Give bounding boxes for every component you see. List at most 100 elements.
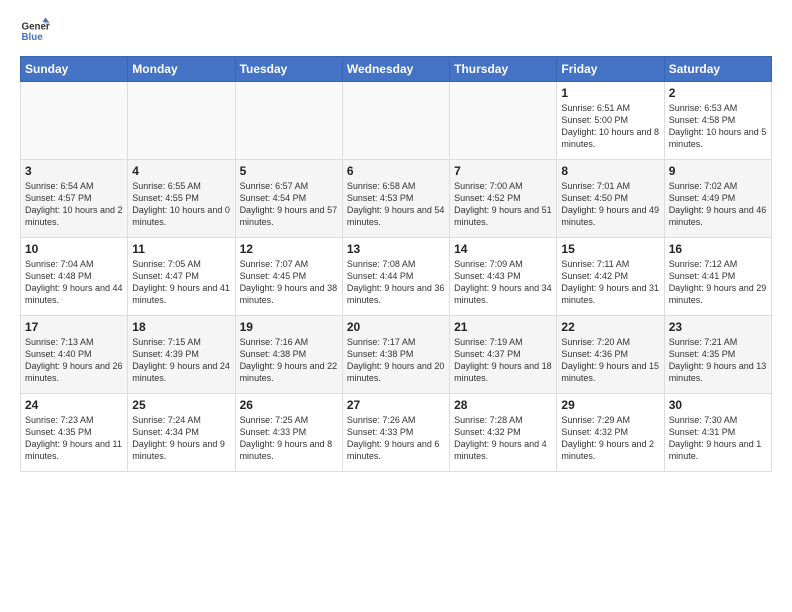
day-number: 5: [240, 164, 338, 178]
day-number: 3: [25, 164, 123, 178]
header-cell-saturday: Saturday: [664, 57, 771, 82]
day-number: 7: [454, 164, 552, 178]
day-cell: 22 Sunrise: 7:20 AM Sunset: 4:36 PM Dayli…: [557, 316, 664, 394]
day-number: 27: [347, 398, 445, 412]
day-number: 24: [25, 398, 123, 412]
day-cell: [450, 82, 557, 160]
day-cell: 10 Sunrise: 7:04 AM Sunset: 4:48 PM Dayli…: [21, 238, 128, 316]
day-cell: [235, 82, 342, 160]
day-number: 22: [561, 320, 659, 334]
day-number: 17: [25, 320, 123, 334]
page-container: General Blue SundayMondayTuesdayWednesda…: [0, 0, 792, 482]
day-info: Sunrise: 7:26 AM Sunset: 4:33 PM Dayligh…: [347, 414, 445, 463]
day-number: 2: [669, 86, 767, 100]
calendar-header: SundayMondayTuesdayWednesdayThursdayFrid…: [21, 57, 772, 82]
day-info: Sunrise: 7:15 AM Sunset: 4:39 PM Dayligh…: [132, 336, 230, 385]
logo-icon: General Blue: [20, 16, 50, 46]
day-info: Sunrise: 7:30 AM Sunset: 4:31 PM Dayligh…: [669, 414, 767, 463]
day-cell: 5 Sunrise: 6:57 AM Sunset: 4:54 PM Daylig…: [235, 160, 342, 238]
day-cell: 17 Sunrise: 7:13 AM Sunset: 4:40 PM Dayli…: [21, 316, 128, 394]
day-cell: 27 Sunrise: 7:26 AM Sunset: 4:33 PM Dayli…: [342, 394, 449, 472]
logo: General Blue: [20, 16, 56, 46]
day-cell: 1 Sunrise: 6:51 AM Sunset: 5:00 PM Daylig…: [557, 82, 664, 160]
day-cell: 12Sunrise: 7:07 AM Sunset: 4:45 PM Dayli…: [235, 238, 342, 316]
day-info: Sunrise: 7:04 AM Sunset: 4:48 PM Dayligh…: [25, 258, 123, 307]
day-info: Sunrise: 7:12 AM Sunset: 4:41 PM Dayligh…: [669, 258, 767, 307]
calendar-table: SundayMondayTuesdayWednesdayThursdayFrid…: [20, 56, 772, 472]
day-info: Sunrise: 7:08 AM Sunset: 4:44 PM Dayligh…: [347, 258, 445, 307]
day-info: Sunrise: 6:57 AM Sunset: 4:54 PM Dayligh…: [240, 180, 338, 229]
day-info: Sunrise: 7:11 AM Sunset: 4:42 PM Dayligh…: [561, 258, 659, 307]
day-info: Sunrise: 7:28 AM Sunset: 4:32 PM Dayligh…: [454, 414, 552, 463]
week-row-1: 1 Sunrise: 6:51 AM Sunset: 5:00 PM Daylig…: [21, 82, 772, 160]
day-cell: 18 Sunrise: 7:15 AM Sunset: 4:39 PM Dayli…: [128, 316, 235, 394]
day-cell: 9Sunrise: 7:02 AM Sunset: 4:49 PM Daylig…: [664, 160, 771, 238]
day-number: 23: [669, 320, 767, 334]
header-cell-sunday: Sunday: [21, 57, 128, 82]
day-number: 20: [347, 320, 445, 334]
header-cell-friday: Friday: [557, 57, 664, 82]
day-number: 10: [25, 242, 123, 256]
day-cell: 6Sunrise: 6:58 AM Sunset: 4:53 PM Daylig…: [342, 160, 449, 238]
day-cell: 19 Sunrise: 7:16 AM Sunset: 4:38 PM Dayli…: [235, 316, 342, 394]
day-cell: [21, 82, 128, 160]
day-number: 13: [347, 242, 445, 256]
day-number: 21: [454, 320, 552, 334]
day-number: 9: [669, 164, 767, 178]
day-cell: 24Sunrise: 7:23 AM Sunset: 4:35 PM Dayli…: [21, 394, 128, 472]
day-cell: 23 Sunrise: 7:21 AM Sunset: 4:35 PM Dayli…: [664, 316, 771, 394]
day-info: Sunrise: 7:20 AM Sunset: 4:36 PM Dayligh…: [561, 336, 659, 385]
day-cell: 20 Sunrise: 7:17 AM Sunset: 4:38 PM Dayli…: [342, 316, 449, 394]
day-info: Sunrise: 7:21 AM Sunset: 4:35 PM Dayligh…: [669, 336, 767, 385]
day-cell: [128, 82, 235, 160]
day-cell: 29Sunrise: 7:29 AM Sunset: 4:32 PM Dayli…: [557, 394, 664, 472]
header-cell-wednesday: Wednesday: [342, 57, 449, 82]
day-cell: 25 Sunrise: 7:24 AM Sunset: 4:34 PM Dayli…: [128, 394, 235, 472]
day-number: 25: [132, 398, 230, 412]
header-cell-tuesday: Tuesday: [235, 57, 342, 82]
header: General Blue: [20, 16, 772, 46]
day-cell: 3 Sunrise: 6:54 AM Sunset: 4:57 PM Daylig…: [21, 160, 128, 238]
day-info: Sunrise: 7:17 AM Sunset: 4:38 PM Dayligh…: [347, 336, 445, 385]
day-cell: 13 Sunrise: 7:08 AM Sunset: 4:44 PM Dayli…: [342, 238, 449, 316]
week-row-3: 10 Sunrise: 7:04 AM Sunset: 4:48 PM Dayli…: [21, 238, 772, 316]
day-number: 16: [669, 242, 767, 256]
day-cell: 7Sunrise: 7:00 AM Sunset: 4:52 PM Daylig…: [450, 160, 557, 238]
week-row-4: 17 Sunrise: 7:13 AM Sunset: 4:40 PM Dayli…: [21, 316, 772, 394]
week-row-5: 24Sunrise: 7:23 AM Sunset: 4:35 PM Dayli…: [21, 394, 772, 472]
day-number: 29: [561, 398, 659, 412]
day-number: 1: [561, 86, 659, 100]
day-cell: 15 Sunrise: 7:11 AM Sunset: 4:42 PM Dayli…: [557, 238, 664, 316]
day-number: 26: [240, 398, 338, 412]
day-cell: [342, 82, 449, 160]
day-info: Sunrise: 7:01 AM Sunset: 4:50 PM Dayligh…: [561, 180, 659, 229]
day-info: Sunrise: 7:19 AM Sunset: 4:37 PM Dayligh…: [454, 336, 552, 385]
day-number: 19: [240, 320, 338, 334]
day-info: Sunrise: 6:54 AM Sunset: 4:57 PM Dayligh…: [25, 180, 123, 229]
day-cell: 16 Sunrise: 7:12 AM Sunset: 4:41 PM Dayli…: [664, 238, 771, 316]
week-row-2: 3 Sunrise: 6:54 AM Sunset: 4:57 PM Daylig…: [21, 160, 772, 238]
day-cell: 28Sunrise: 7:28 AM Sunset: 4:32 PM Dayli…: [450, 394, 557, 472]
day-number: 8: [561, 164, 659, 178]
header-cell-monday: Monday: [128, 57, 235, 82]
day-number: 14: [454, 242, 552, 256]
day-number: 12: [240, 242, 338, 256]
day-number: 15: [561, 242, 659, 256]
day-cell: 2 Sunrise: 6:53 AM Sunset: 4:58 PM Daylig…: [664, 82, 771, 160]
day-info: Sunrise: 7:05 AM Sunset: 4:47 PM Dayligh…: [132, 258, 230, 307]
day-info: Sunrise: 6:58 AM Sunset: 4:53 PM Dayligh…: [347, 180, 445, 229]
header-cell-thursday: Thursday: [450, 57, 557, 82]
day-cell: 21 Sunrise: 7:19 AM Sunset: 4:37 PM Dayli…: [450, 316, 557, 394]
day-info: Sunrise: 7:24 AM Sunset: 4:34 PM Dayligh…: [132, 414, 230, 463]
day-info: Sunrise: 6:53 AM Sunset: 4:58 PM Dayligh…: [669, 102, 767, 151]
day-info: Sunrise: 6:51 AM Sunset: 5:00 PM Dayligh…: [561, 102, 659, 151]
day-number: 30: [669, 398, 767, 412]
day-number: 18: [132, 320, 230, 334]
day-info: Sunrise: 7:16 AM Sunset: 4:38 PM Dayligh…: [240, 336, 338, 385]
day-info: Sunrise: 7:09 AM Sunset: 4:43 PM Dayligh…: [454, 258, 552, 307]
day-info: Sunrise: 7:13 AM Sunset: 4:40 PM Dayligh…: [25, 336, 123, 385]
day-info: Sunrise: 6:55 AM Sunset: 4:55 PM Dayligh…: [132, 180, 230, 229]
day-cell: 4Sunrise: 6:55 AM Sunset: 4:55 PM Daylig…: [128, 160, 235, 238]
day-number: 11: [132, 242, 230, 256]
day-info: Sunrise: 7:25 AM Sunset: 4:33 PM Dayligh…: [240, 414, 338, 463]
